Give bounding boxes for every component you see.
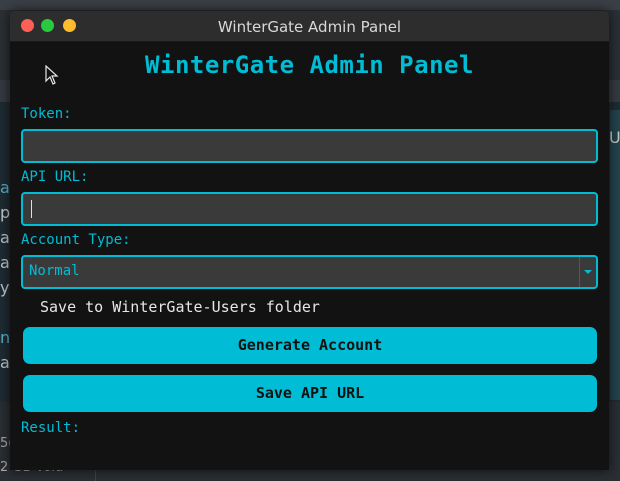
api-url-input[interactable] <box>21 192 598 226</box>
save-to-folder-checkbox[interactable] <box>23 301 36 314</box>
title-bar[interactable]: WinterGate Admin Panel <box>10 11 609 42</box>
chevron-down-icon <box>584 270 592 274</box>
background-text: n <box>0 328 11 347</box>
result-label: Result: <box>21 420 81 436</box>
window-title: WinterGate Admin Panel <box>217 18 402 36</box>
account-type-label: Account Type: <box>21 232 131 248</box>
background-text: a <box>0 228 10 247</box>
background-top-strip <box>0 0 620 10</box>
generate-account-button[interactable]: Generate Account <box>23 327 597 364</box>
dropdown-button[interactable] <box>579 257 596 287</box>
api-url-label: API URL: <box>21 169 89 185</box>
save-api-url-button[interactable]: Save API URL <box>23 375 597 412</box>
background-text: a <box>0 178 10 197</box>
account-type-value: Normal <box>29 263 80 279</box>
background-text: p <box>0 203 11 222</box>
account-type-select[interactable]: Normal <box>21 255 598 289</box>
page-title: WinterGate Admin Panel <box>145 51 474 79</box>
admin-panel-window: WinterGate Admin Panel WinterGate Admin … <box>10 11 609 470</box>
background-text: a <box>0 253 10 272</box>
token-label: Token: <box>21 106 72 122</box>
background-teal-edge <box>610 110 620 400</box>
text-caret <box>31 200 32 218</box>
save-to-folder-label[interactable]: Save to WinterGate-Users folder <box>40 298 320 316</box>
background-text: a <box>0 353 10 372</box>
background-text: U <box>609 128 620 147</box>
token-input[interactable] <box>21 129 598 163</box>
background-text: y <box>0 278 10 297</box>
